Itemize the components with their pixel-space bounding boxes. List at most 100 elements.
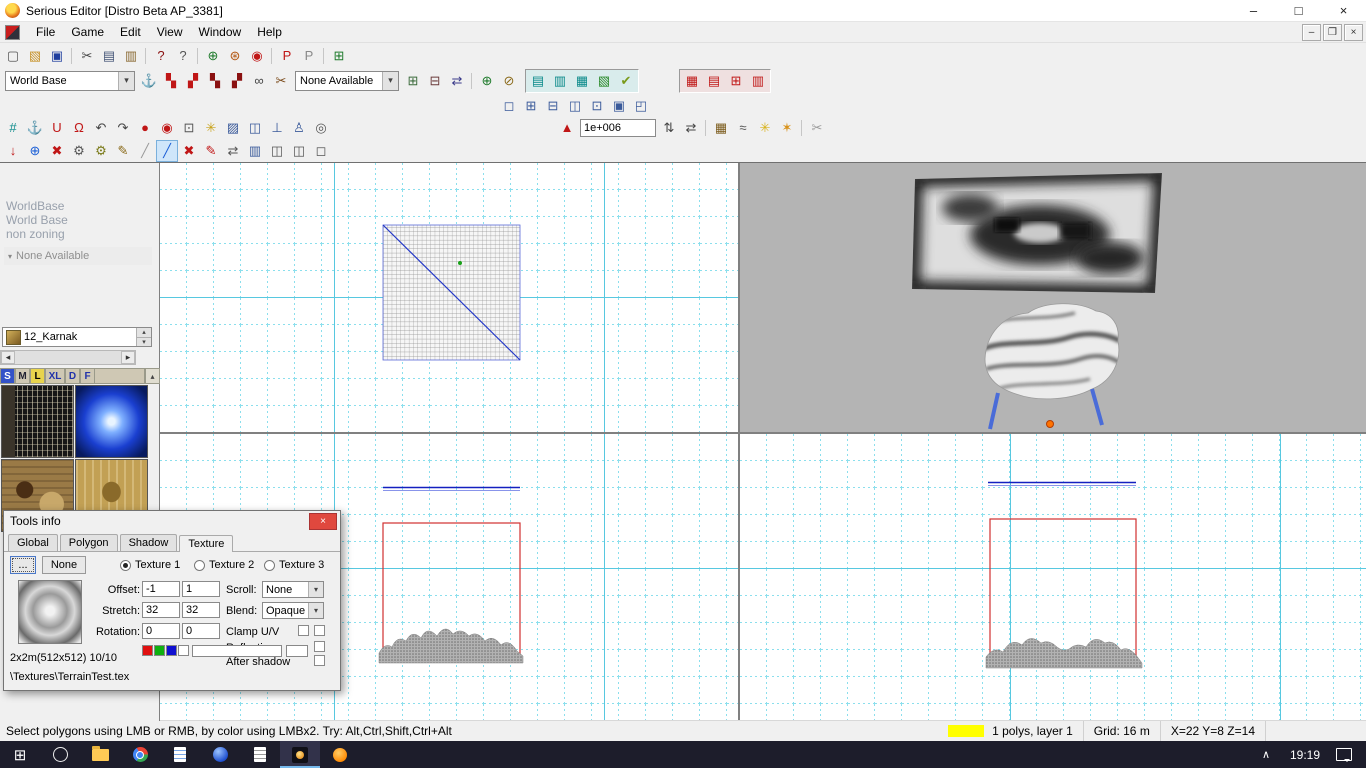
none-texture-button[interactable]: None: [42, 556, 86, 574]
script-icon[interactable]: ✎: [112, 140, 134, 162]
target-icon[interactable]: ◎: [310, 117, 332, 139]
texture-thumb-hieroglyphs[interactable]: [1, 385, 74, 458]
menu-game[interactable]: Game: [63, 23, 112, 41]
help-icon[interactable]: ?: [150, 45, 172, 67]
unlink-texture-icon[interactable]: ✂: [270, 70, 292, 92]
viewport-custom-icon[interactable]: ▣: [608, 95, 630, 117]
texture-set-spinner[interactable]: ▴ ▾: [136, 328, 151, 346]
menu-edit[interactable]: Edit: [112, 23, 149, 41]
spin-up-icon[interactable]: ▴: [137, 328, 151, 338]
mdi-minimize-button[interactable]: –: [1302, 23, 1321, 41]
magnet-u-icon[interactable]: U: [46, 117, 68, 139]
entity-remove-icon[interactable]: ⊟: [424, 70, 446, 92]
reflective-checkbox[interactable]: [314, 641, 325, 652]
close-icon[interactable]: ×: [309, 512, 337, 530]
erase-icon[interactable]: ✖: [178, 140, 200, 162]
tab-size-f[interactable]: F: [80, 368, 95, 384]
clock[interactable]: 19:19: [1282, 748, 1328, 762]
layer-conus-icon[interactable]: ▥: [549, 70, 571, 92]
gear-add-icon[interactable]: ⚙: [90, 140, 112, 162]
texture-set-combo[interactable]: 12_Karnak ▴ ▾: [2, 327, 152, 347]
world-red-icon[interactable]: ◉: [246, 45, 268, 67]
spin-down-icon[interactable]: ▾: [137, 337, 151, 346]
color-cell[interactable]: [286, 645, 308, 657]
tray-expand-button[interactable]: ∧: [1250, 741, 1282, 768]
close-button[interactable]: ×: [1321, 0, 1366, 21]
copy-frame-icon[interactable]: ◫: [266, 140, 288, 162]
minimize-button[interactable]: –: [1231, 0, 1276, 21]
rotation-v-input[interactable]: [182, 623, 220, 639]
frame-2-icon[interactable]: ◫: [288, 140, 310, 162]
entity-swap-icon[interactable]: ⇄: [446, 70, 468, 92]
collapse-up-icon[interactable]: ▴: [145, 368, 160, 384]
light-icon[interactable]: ✳: [200, 117, 222, 139]
taskbar-file-explorer[interactable]: [80, 741, 120, 768]
menu-view[interactable]: View: [149, 23, 191, 41]
blend-combo[interactable]: Opaque ▾: [262, 602, 324, 619]
viewport-single-icon[interactable]: ◻: [498, 95, 520, 117]
texture-thumb-blue-glow[interactable]: [75, 385, 148, 458]
open-folder-icon[interactable]: ▧: [24, 45, 46, 67]
rotate-right-icon[interactable]: ↷: [112, 117, 134, 139]
select-box-icon[interactable]: ⊡: [178, 117, 200, 139]
paste-icon[interactable]: ▥: [120, 45, 142, 67]
menu-file[interactable]: File: [28, 23, 63, 41]
viewport-vert-icon[interactable]: ◫: [564, 95, 586, 117]
swatch-white[interactable]: [178, 645, 189, 656]
spin-swap-icon[interactable]: ⇄: [680, 117, 702, 139]
viewport-bottom-right[interactable]: [740, 434, 1366, 721]
pencil-gray-icon[interactable]: ╱: [134, 140, 156, 162]
grid-toggle-icon[interactable]: #: [2, 117, 24, 139]
viewport-horiz-icon[interactable]: ⊟: [542, 95, 564, 117]
copy-icon[interactable]: ▤: [98, 45, 120, 67]
radio-texture-1[interactable]: Texture 1: [120, 559, 180, 571]
marker-red-icon[interactable]: ●: [134, 117, 156, 139]
after-shadow-checkbox[interactable]: [314, 655, 325, 666]
radio-texture-2[interactable]: Texture 2: [194, 559, 254, 571]
drop-marker-icon[interactable]: ↓: [2, 140, 24, 162]
brush-icon[interactable]: ✎: [200, 140, 222, 162]
viewport-quad-icon[interactable]: ⊞: [520, 95, 542, 117]
layer-torus-icon[interactable]: ▦: [571, 70, 593, 92]
tab-size-d[interactable]: D: [65, 368, 80, 384]
texture-scrollbar[interactable]: ◂ ▸: [0, 350, 136, 365]
tools-info-title-bar[interactable]: Tools info ×: [4, 511, 340, 531]
scroll-right-icon[interactable]: ▸: [121, 351, 135, 364]
viewport-top-left[interactable]: [160, 163, 738, 432]
texture-preview[interactable]: [18, 580, 82, 644]
csg-add-icon[interactable]: ⊕: [476, 70, 498, 92]
layer-terrain-icon[interactable]: ▧: [593, 70, 615, 92]
taskbar-orange-app[interactable]: [320, 741, 360, 768]
scroll-left-icon[interactable]: ◂: [1, 351, 15, 364]
picture-icon[interactable]: ▨: [222, 117, 244, 139]
tab-shadow[interactable]: Shadow: [119, 534, 178, 551]
link-texture-icon[interactable]: ∞: [248, 70, 270, 92]
color-bar[interactable]: [192, 645, 282, 657]
gears-icon[interactable]: ⚙: [68, 140, 90, 162]
terrain-edit-icon[interactable]: ▦: [710, 117, 732, 139]
entity-add-icon[interactable]: ⊞: [402, 70, 424, 92]
texture-stamp-1-icon[interactable]: ▚: [160, 70, 182, 92]
offset-u-input[interactable]: [142, 581, 180, 597]
taskbar-notepad[interactable]: [240, 741, 280, 768]
field-icon[interactable]: ▥: [747, 70, 769, 92]
new-file-icon[interactable]: ▢: [2, 45, 24, 67]
p-red-icon[interactable]: P: [276, 45, 298, 67]
radio-texture-3[interactable]: Texture 3: [264, 559, 324, 571]
layer-check-icon[interactable]: ✔: [615, 70, 637, 92]
anchor-icon[interactable]: ⚓: [138, 70, 160, 92]
notification-center-button[interactable]: [1328, 741, 1360, 768]
book-icon[interactable]: ▥: [244, 140, 266, 162]
swatch-blue[interactable]: [166, 645, 177, 656]
tab-global[interactable]: Global: [8, 534, 58, 551]
world-textures-icon[interactable]: ⊛: [224, 45, 246, 67]
viewport-full-icon[interactable]: ◰: [630, 95, 652, 117]
rotation-u-input[interactable]: [142, 623, 180, 639]
scroll-combo[interactable]: None ▾: [262, 581, 324, 598]
terrain-brush-icon[interactable]: ▲: [556, 117, 578, 139]
search-button[interactable]: [40, 741, 80, 768]
terrain-size-input[interactable]: [580, 118, 656, 137]
world-base-combo[interactable]: World Base ▾: [5, 70, 135, 91]
crush-icon[interactable]: ✖: [46, 140, 68, 162]
clamp-v-checkbox[interactable]: [314, 625, 325, 636]
